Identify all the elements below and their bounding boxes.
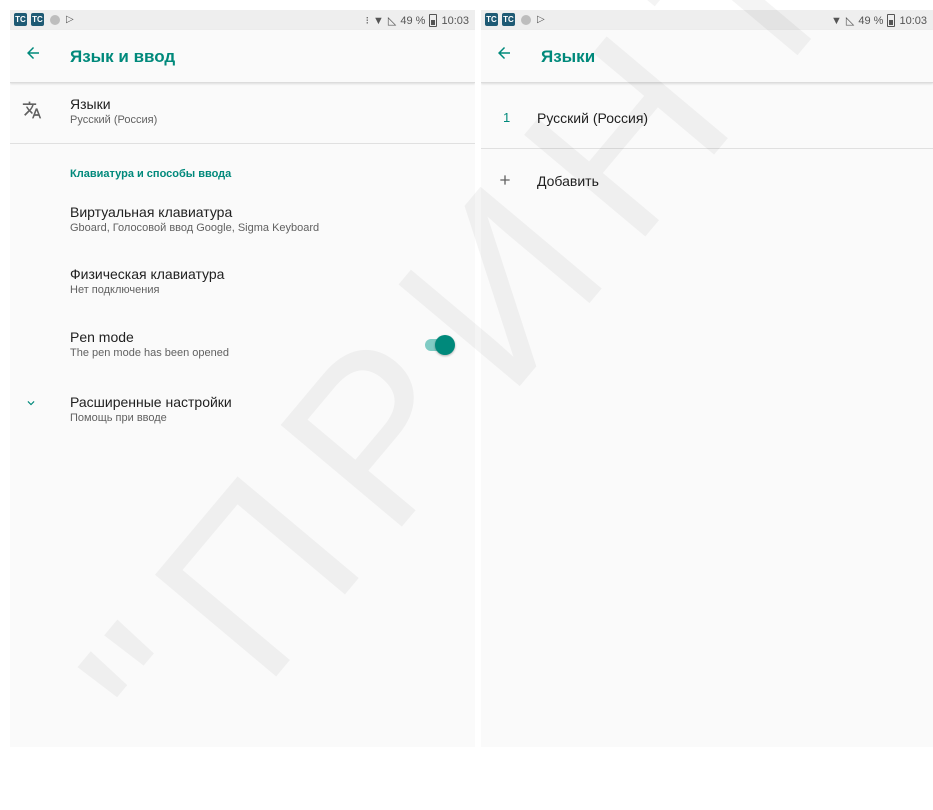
page-title: Языки (541, 47, 596, 66)
vibrate-icon: ⁝ (365, 15, 370, 27)
status-bar: TC TC ▷ ▼ ◺ 49 % 10:03 (481, 10, 933, 30)
record-dot-icon (521, 14, 531, 25)
translate-icon (22, 100, 42, 125)
battery-percent: 49 % (858, 14, 884, 27)
physical-keyboard-title: Физическая клавиатура (70, 266, 225, 282)
advanced-settings-subtitle: Помощь при вводе (70, 412, 167, 424)
status-bar: TC TC ▷ ⁝ ▼ ◺ 49 % 10:03 (10, 10, 475, 30)
clock: 10:03 (899, 14, 927, 27)
language-list-item[interactable]: 1 Русский (Россия) (481, 98, 933, 138)
physical-keyboard-item[interactable]: Физическая клавиатура Нет подключения (10, 262, 475, 310)
virtual-keyboard-item[interactable]: Виртуальная клавиатура Gboard, Голосовой… (10, 200, 475, 248)
battery-percent: 49 % (400, 14, 426, 27)
tc-app-icon: TC (31, 13, 44, 26)
back-arrow-icon[interactable] (495, 44, 517, 66)
play-store-icon: ▷ (66, 14, 74, 25)
tc-app-icon: TC (485, 13, 498, 26)
section-header-keyboards: Клавиатура и способы ввода (70, 168, 232, 180)
pen-mode-title: Pen mode (70, 329, 134, 345)
virtual-keyboard-subtitle: Gboard, Голосовой ввод Google, Sigma Key… (70, 222, 320, 234)
battery-icon (429, 14, 438, 27)
physical-keyboard-subtitle: Нет подключения (70, 284, 160, 296)
tc-app-icon: TC (14, 13, 27, 26)
back-arrow-icon[interactable] (24, 44, 46, 66)
languages-subtitle: Русский (Россия) (70, 114, 158, 126)
app-bar: Язык и ввод (10, 30, 475, 83)
record-dot-icon (50, 14, 60, 25)
advanced-settings-item[interactable]: Расширенные настройки Помощь при вводе (10, 390, 475, 438)
toggle-thumb (435, 335, 455, 355)
languages-screen: TC TC ▷ ▼ ◺ 49 % 10:03 Языки 1 Русский (… (481, 10, 933, 747)
advanced-settings-title: Расширенные настройки (70, 394, 232, 410)
wifi-icon: ▼ (831, 14, 842, 27)
divider (481, 148, 933, 149)
clock: 10:03 (441, 14, 469, 27)
chevron-down-icon (24, 396, 38, 415)
pen-mode-item[interactable]: Pen mode The pen mode has been opened (10, 325, 475, 373)
language-input-screen: TC TC ▷ ⁝ ▼ ◺ 49 % 10:03 Язык и ввод Язы… (10, 10, 475, 747)
no-signal-icon: ◺ (845, 15, 855, 27)
page-title: Язык и ввод (70, 47, 176, 66)
battery-icon (887, 14, 896, 27)
pen-mode-toggle[interactable] (423, 335, 455, 355)
tc-app-icon: TC (502, 13, 515, 26)
languages-title: Языки (70, 96, 111, 112)
add-language-label: Добавить (537, 173, 599, 189)
language-index: 1 (503, 110, 511, 125)
virtual-keyboard-title: Виртуальная клавиатура (70, 204, 233, 220)
pen-mode-subtitle: The pen mode has been opened (70, 347, 230, 359)
no-signal-icon: ◺ (387, 15, 397, 27)
add-language-button[interactable]: Добавить (481, 160, 933, 204)
language-label: Русский (Россия) (537, 110, 649, 126)
wifi-icon: ▼ (373, 14, 384, 27)
play-store-icon: ▷ (537, 14, 545, 25)
app-bar: Языки (481, 30, 933, 83)
divider (10, 143, 475, 144)
languages-item[interactable]: Языки Русский (Россия) (10, 92, 475, 148)
plus-icon (497, 172, 513, 193)
